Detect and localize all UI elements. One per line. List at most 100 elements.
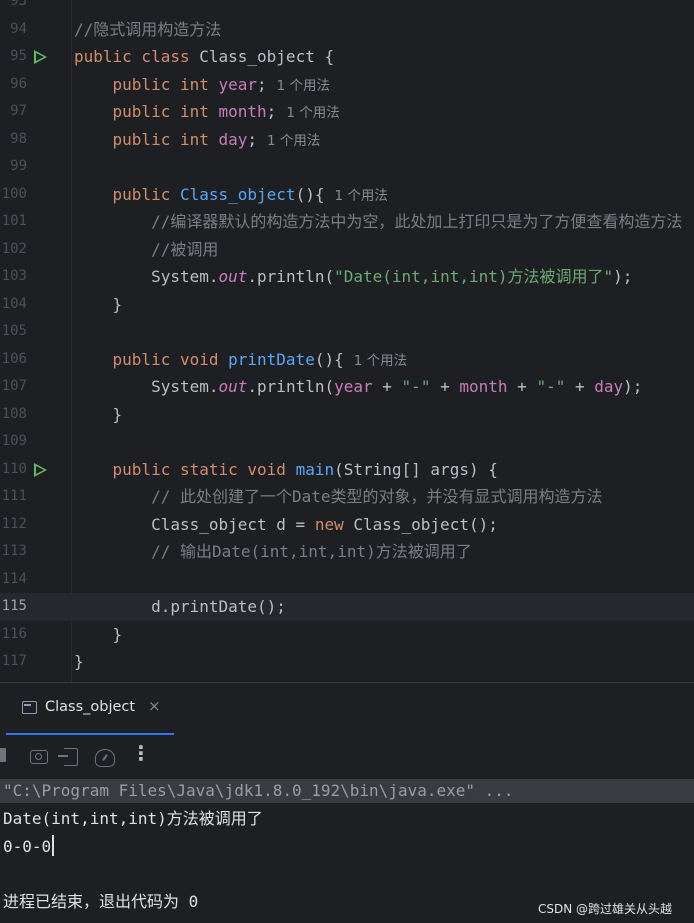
code-text: d.printDate(); <box>74 593 286 621</box>
code-token: year <box>334 377 373 396</box>
code-text: public static void main(String[] args) { <box>74 456 498 484</box>
exit-icon[interactable] <box>58 748 78 766</box>
code-line[interactable]: 113 // 输出Date(int,int,int)方法被调用了 <box>0 538 694 566</box>
code-line[interactable]: 103 System.out.println("Date(int,int,int… <box>0 263 694 291</box>
close-icon[interactable]: × <box>148 697 161 715</box>
console-command-line[interactable]: "C:\Program Files\Java\jdk1.8.0_192\bin\… <box>0 779 694 803</box>
code-token: } <box>74 624 123 644</box>
code-editor[interactable]: 93 94 //隐式调用构造方法 95 public class Class_objec… <box>0 0 694 682</box>
code-token: public class <box>74 47 200 66</box>
code-text: public class Class_object { <box>74 43 334 71</box>
usage-hint[interactable]: 1 个用法 <box>354 353 407 369</box>
usage-hint[interactable]: 1 个用法 <box>277 78 330 94</box>
code-line[interactable]: 101 //编译器默认的构造方法中为空，此处加上打印只是为了方便查看构造方法 <box>0 208 694 236</box>
run-tool-window: Class_object × ⋮ "C:\Program Files\Java\… <box>0 682 694 923</box>
code-token: + <box>565 377 595 396</box>
code-token: (){ <box>314 349 344 369</box>
code-token: System. <box>74 267 219 286</box>
code-line[interactable]: 100 public Class_object(){1 个用法 <box>0 181 694 209</box>
stop-icon[interactable] <box>0 748 6 762</box>
code-token: //编译器默认的构造方法中为空，此处加上打印只是为了方便查看构造方法 <box>151 212 683 231</box>
code-token: public int <box>112 129 219 149</box>
code-line[interactable]: 111 // 此处创建了一个Date类型的对象，并没有显式调用构造方法 <box>0 483 694 511</box>
code-text: } <box>74 291 123 319</box>
code-text: public void printDate(){1 个用法 <box>74 346 408 376</box>
code-line[interactable]: 112 Class_object d = new Class_object(); <box>0 511 694 539</box>
line-number: 106 <box>1 350 27 367</box>
watermark: CSDN @跨过雄关从头越 <box>537 902 672 916</box>
code-line[interactable]: 115 d.printDate(); <box>0 593 694 621</box>
code-line[interactable]: 99 <box>0 153 694 181</box>
code-text: public Class_object(){1 个用法 <box>74 181 388 211</box>
camera-icon[interactable] <box>30 750 48 764</box>
code-token: year <box>218 74 258 94</box>
line-number: 111 <box>1 488 27 504</box>
code-text: Class_object d = new Class_object(); <box>74 511 498 539</box>
code-token: ); <box>613 267 633 286</box>
line-number: 108 <box>1 405 27 422</box>
code-token: out <box>218 377 248 396</box>
code-token: ); <box>623 377 643 396</box>
code-text: // 输出Date(int,int,int)方法被调用了 <box>74 538 472 566</box>
code-line[interactable]: 109 <box>0 428 694 456</box>
code-line[interactable]: 116 } <box>0 621 694 649</box>
gauge-icon[interactable] <box>95 749 115 767</box>
code-token: printDate <box>228 349 315 369</box>
console-icon <box>22 701 37 714</box>
code-line[interactable]: 104 } <box>0 291 694 319</box>
more-icon[interactable]: ⋮ <box>131 741 151 765</box>
code-line[interactable]: 105 <box>0 318 694 346</box>
code-token: .println( <box>247 377 335 396</box>
usage-hint[interactable]: 1 个用法 <box>286 105 339 121</box>
code-token: Class_object(); <box>353 514 498 534</box>
code-token: "-" <box>401 377 431 396</box>
code-token: public <box>112 184 180 204</box>
code-token: main <box>295 459 335 479</box>
console-output-line: Date(int,int,int)方法被调用了 <box>3 809 263 828</box>
code-line[interactable]: 114 <box>0 566 694 594</box>
code-token: day <box>594 377 624 396</box>
code-token: d.printDate(); <box>74 597 286 616</box>
line-number: 110 <box>1 460 27 477</box>
code-line[interactable]: 96 public int year; 1 个用法 <box>0 71 694 99</box>
code-line[interactable]: 95 public class Class_object { <box>0 43 694 71</box>
line-number: 94 <box>10 20 27 37</box>
code-line[interactable]: 117} <box>0 648 694 676</box>
line-number: 100 <box>1 185 27 202</box>
code-line[interactable]: 102 //被调用 <box>0 236 694 264</box>
code-token: //隐式调用构造方法 <box>74 19 222 39</box>
run-gutter-icon[interactable] <box>34 462 47 477</box>
code-line[interactable]: 107 System.out.println(year + "-" + mont… <box>0 373 694 401</box>
usage-hint[interactable]: 1 个用法 <box>267 133 320 149</box>
code-line[interactable]: 93 <box>0 0 694 16</box>
line-number: 104 <box>1 295 27 312</box>
usage-hint[interactable]: 1 个用法 <box>334 188 387 204</box>
code-line[interactable]: 106 public void printDate(){1 个用法 <box>0 346 694 374</box>
run-gutter-icon[interactable] <box>34 50 47 64</box>
text-caret <box>52 835 54 856</box>
code-token: } <box>74 294 123 314</box>
code-token: "Date(int,int,int)方法被调用了" <box>334 267 614 286</box>
code-text: } <box>74 621 123 649</box>
code-line[interactable]: 110 public static void main(String[] arg… <box>0 456 694 484</box>
code-token: ; <box>247 129 258 149</box>
console-output-line: 0-0-0 <box>3 835 694 859</box>
code-line[interactable]: 98 public int day; 1 个用法 <box>0 126 694 154</box>
line-number: 107 <box>1 378 27 394</box>
code-text: //被调用 <box>74 236 218 264</box>
line-number: 116 <box>1 625 27 642</box>
run-tab-class-object[interactable]: Class_object × <box>6 683 174 735</box>
line-number: 93 <box>10 0 27 9</box>
code-line[interactable]: 108 } <box>0 401 694 429</box>
code-line[interactable]: 97 public int month; 1 个用法 <box>0 98 694 126</box>
code-line[interactable]: 94 //隐式调用构造方法 <box>0 16 694 44</box>
code-token: "-" <box>536 377 566 396</box>
code-token: //被调用 <box>151 239 219 259</box>
line-number: 98 <box>10 130 27 147</box>
